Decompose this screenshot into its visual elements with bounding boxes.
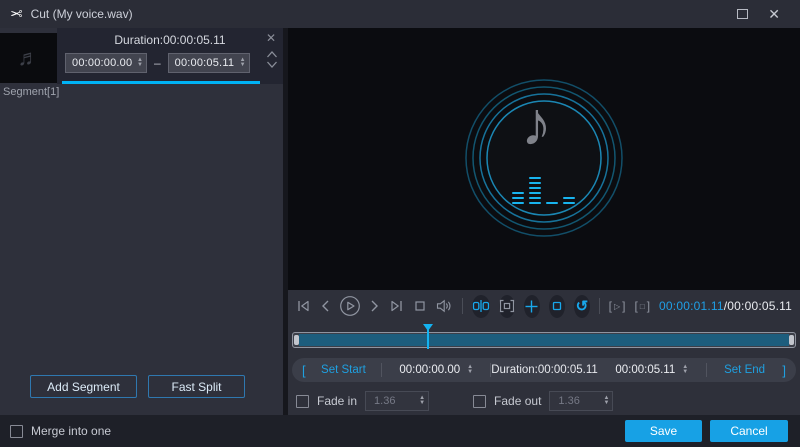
split-button[interactable]: [471, 294, 490, 318]
equalizer-bars-icon: [512, 172, 578, 204]
copy-segment-button[interactable]: [548, 294, 565, 318]
play-segment-button[interactable]: [▷]: [609, 299, 626, 313]
volume-button[interactable]: [436, 294, 453, 318]
play-button[interactable]: [339, 294, 361, 318]
segment-start-input[interactable]: 00:00:00.00 ▲ ▼: [65, 53, 147, 73]
skip-to-end-button[interactable]: [389, 294, 404, 318]
save-button[interactable]: Save: [625, 420, 702, 442]
chevron-right-icon: [371, 300, 378, 312]
chevron-left-icon: [322, 300, 329, 312]
play-icon: [340, 296, 360, 316]
fade-in-label: Fade in: [317, 394, 358, 408]
fade-out-checkbox[interactable]: [473, 394, 487, 408]
range-dash: –: [153, 56, 161, 70]
music-note-icon: ♬: [17, 45, 40, 70]
concentric-rings: [465, 79, 623, 237]
merge-into-one-label: Merge into one: [31, 424, 112, 438]
speaker-icon: [436, 299, 451, 313]
toolbar-separator: [462, 298, 463, 314]
close-button[interactable]: ✕: [768, 7, 780, 21]
fast-split-button[interactable]: Fast Split: [148, 375, 245, 398]
maximize-button[interactable]: [737, 9, 749, 19]
add-segment-button[interactable]: Add Segment: [30, 375, 137, 398]
spinner-arrows[interactable]: ▲ ▼: [137, 57, 143, 68]
playhead[interactable]: [423, 324, 434, 350]
segment-editor: Duration:00:00:05.11 00:00:00.00 ▲ ▼ – 00…: [57, 28, 283, 84]
zoom-in-button[interactable]: [523, 294, 540, 318]
playhead-line: [427, 324, 430, 349]
fade-out-input[interactable]: 1.36 ▲ ▼: [549, 391, 614, 411]
music-note-icon: ♪: [521, 90, 552, 159]
scissors-icon: ✂: [10, 5, 23, 23]
timeline: [292, 324, 796, 350]
skip-end-icon: [391, 300, 402, 312]
trim-start-input[interactable]: 00:00:00.00 ▲ ▼: [382, 364, 490, 376]
stop-segment-button[interactable]: [□]: [635, 299, 651, 313]
segment-thumbnail[interactable]: ♬: [0, 33, 57, 83]
stop-segment-icon: □: [639, 301, 645, 311]
cancel-button[interactable]: Cancel: [710, 420, 788, 442]
segment-label: Segment[1]: [3, 86, 60, 98]
spinner-arrows[interactable]: ▲ ▼: [467, 364, 473, 375]
remove-segment-icon[interactable]: ✕: [266, 31, 276, 45]
spinner-arrows[interactable]: ▲ ▼: [603, 395, 609, 406]
trim-start-handle[interactable]: [294, 335, 299, 345]
move-up-icon[interactable]: [266, 50, 278, 59]
skip-to-start-button[interactable]: [296, 294, 311, 318]
playback-controls: ↺ [▷] [□] 00:00:01.11/00:00:05.11 [Set …: [288, 290, 800, 415]
spinner-arrows[interactable]: ▲ ▼: [682, 364, 688, 375]
segment-active-underline: [62, 81, 260, 84]
segment-duration: Duration:00:00:05.11: [114, 33, 226, 47]
segment-panel: ♬ Segment[1] Duration:00:00:05.11 00:00:…: [0, 28, 283, 415]
segment-end-input[interactable]: 00:00:05.11 ▲ ▼: [167, 53, 250, 73]
stop-icon: [415, 301, 425, 311]
reset-icon: ↺: [575, 297, 589, 315]
plus-icon: [525, 300, 538, 312]
reset-button[interactable]: ↺: [573, 294, 590, 318]
region-icon: [499, 299, 514, 313]
play-segment-icon: ▷: [614, 301, 621, 311]
preview-panel: ♪ ↺ [▷] [□] 00:00:01.11/00:00:05.11 …: [288, 28, 800, 415]
time-display: 00:00:01.11/00:00:05.11: [659, 299, 792, 313]
fade-in-checkbox[interactable]: [296, 394, 309, 408]
title-bar: ✂ Cut (My voice.wav) ✕: [0, 0, 800, 28]
spinner-arrows[interactable]: ▲ ▼: [419, 395, 425, 406]
spinner-arrows[interactable]: ▲ ▼: [240, 57, 246, 68]
select-region-button[interactable]: [498, 294, 515, 318]
footer-bar: Merge into one Save Cancel: [0, 415, 800, 447]
trim-end-input[interactable]: 00:00:05.11 ▲ ▼: [598, 364, 706, 376]
fade-controls: Fade in 1.36 ▲ ▼ Fade out 1.36 ▲ ▼: [296, 390, 792, 412]
trim-duration: Duration:00:00:05.11: [491, 364, 598, 376]
set-end-button[interactable]: Set End: [707, 364, 783, 376]
trim-end-handle[interactable]: [789, 335, 794, 345]
square-icon: [552, 301, 562, 311]
timeline-selection[interactable]: [299, 334, 789, 346]
next-button[interactable]: [370, 294, 380, 318]
previous-button[interactable]: [320, 294, 330, 318]
player-toolbar: ↺ [▷] [□] 00:00:01.11/00:00:05.11: [296, 294, 792, 318]
toolbar-separator: [598, 298, 600, 314]
fade-out-label: Fade out: [494, 394, 542, 408]
set-start-button[interactable]: Set Start: [306, 364, 382, 376]
total-time: 00:00:05.11: [727, 299, 792, 313]
current-time: 00:00:01.11: [659, 299, 724, 313]
fade-in-input[interactable]: 1.36 ▲ ▼: [365, 391, 430, 411]
timeline-track[interactable]: [292, 332, 796, 348]
split-icon: [472, 300, 489, 312]
trim-bar: [ Set Start 00:00:00.00 ▲ ▼ Duration:00:0…: [292, 358, 796, 382]
window-title: Cut (My voice.wav): [30, 7, 133, 21]
stop-button[interactable]: [413, 294, 427, 318]
move-down-icon[interactable]: [266, 60, 278, 69]
end-bracket-icon: ]: [782, 362, 786, 378]
audio-preview: ♪: [288, 28, 800, 290]
merge-into-one-checkbox[interactable]: [10, 424, 23, 438]
skip-start-icon: [298, 300, 309, 312]
